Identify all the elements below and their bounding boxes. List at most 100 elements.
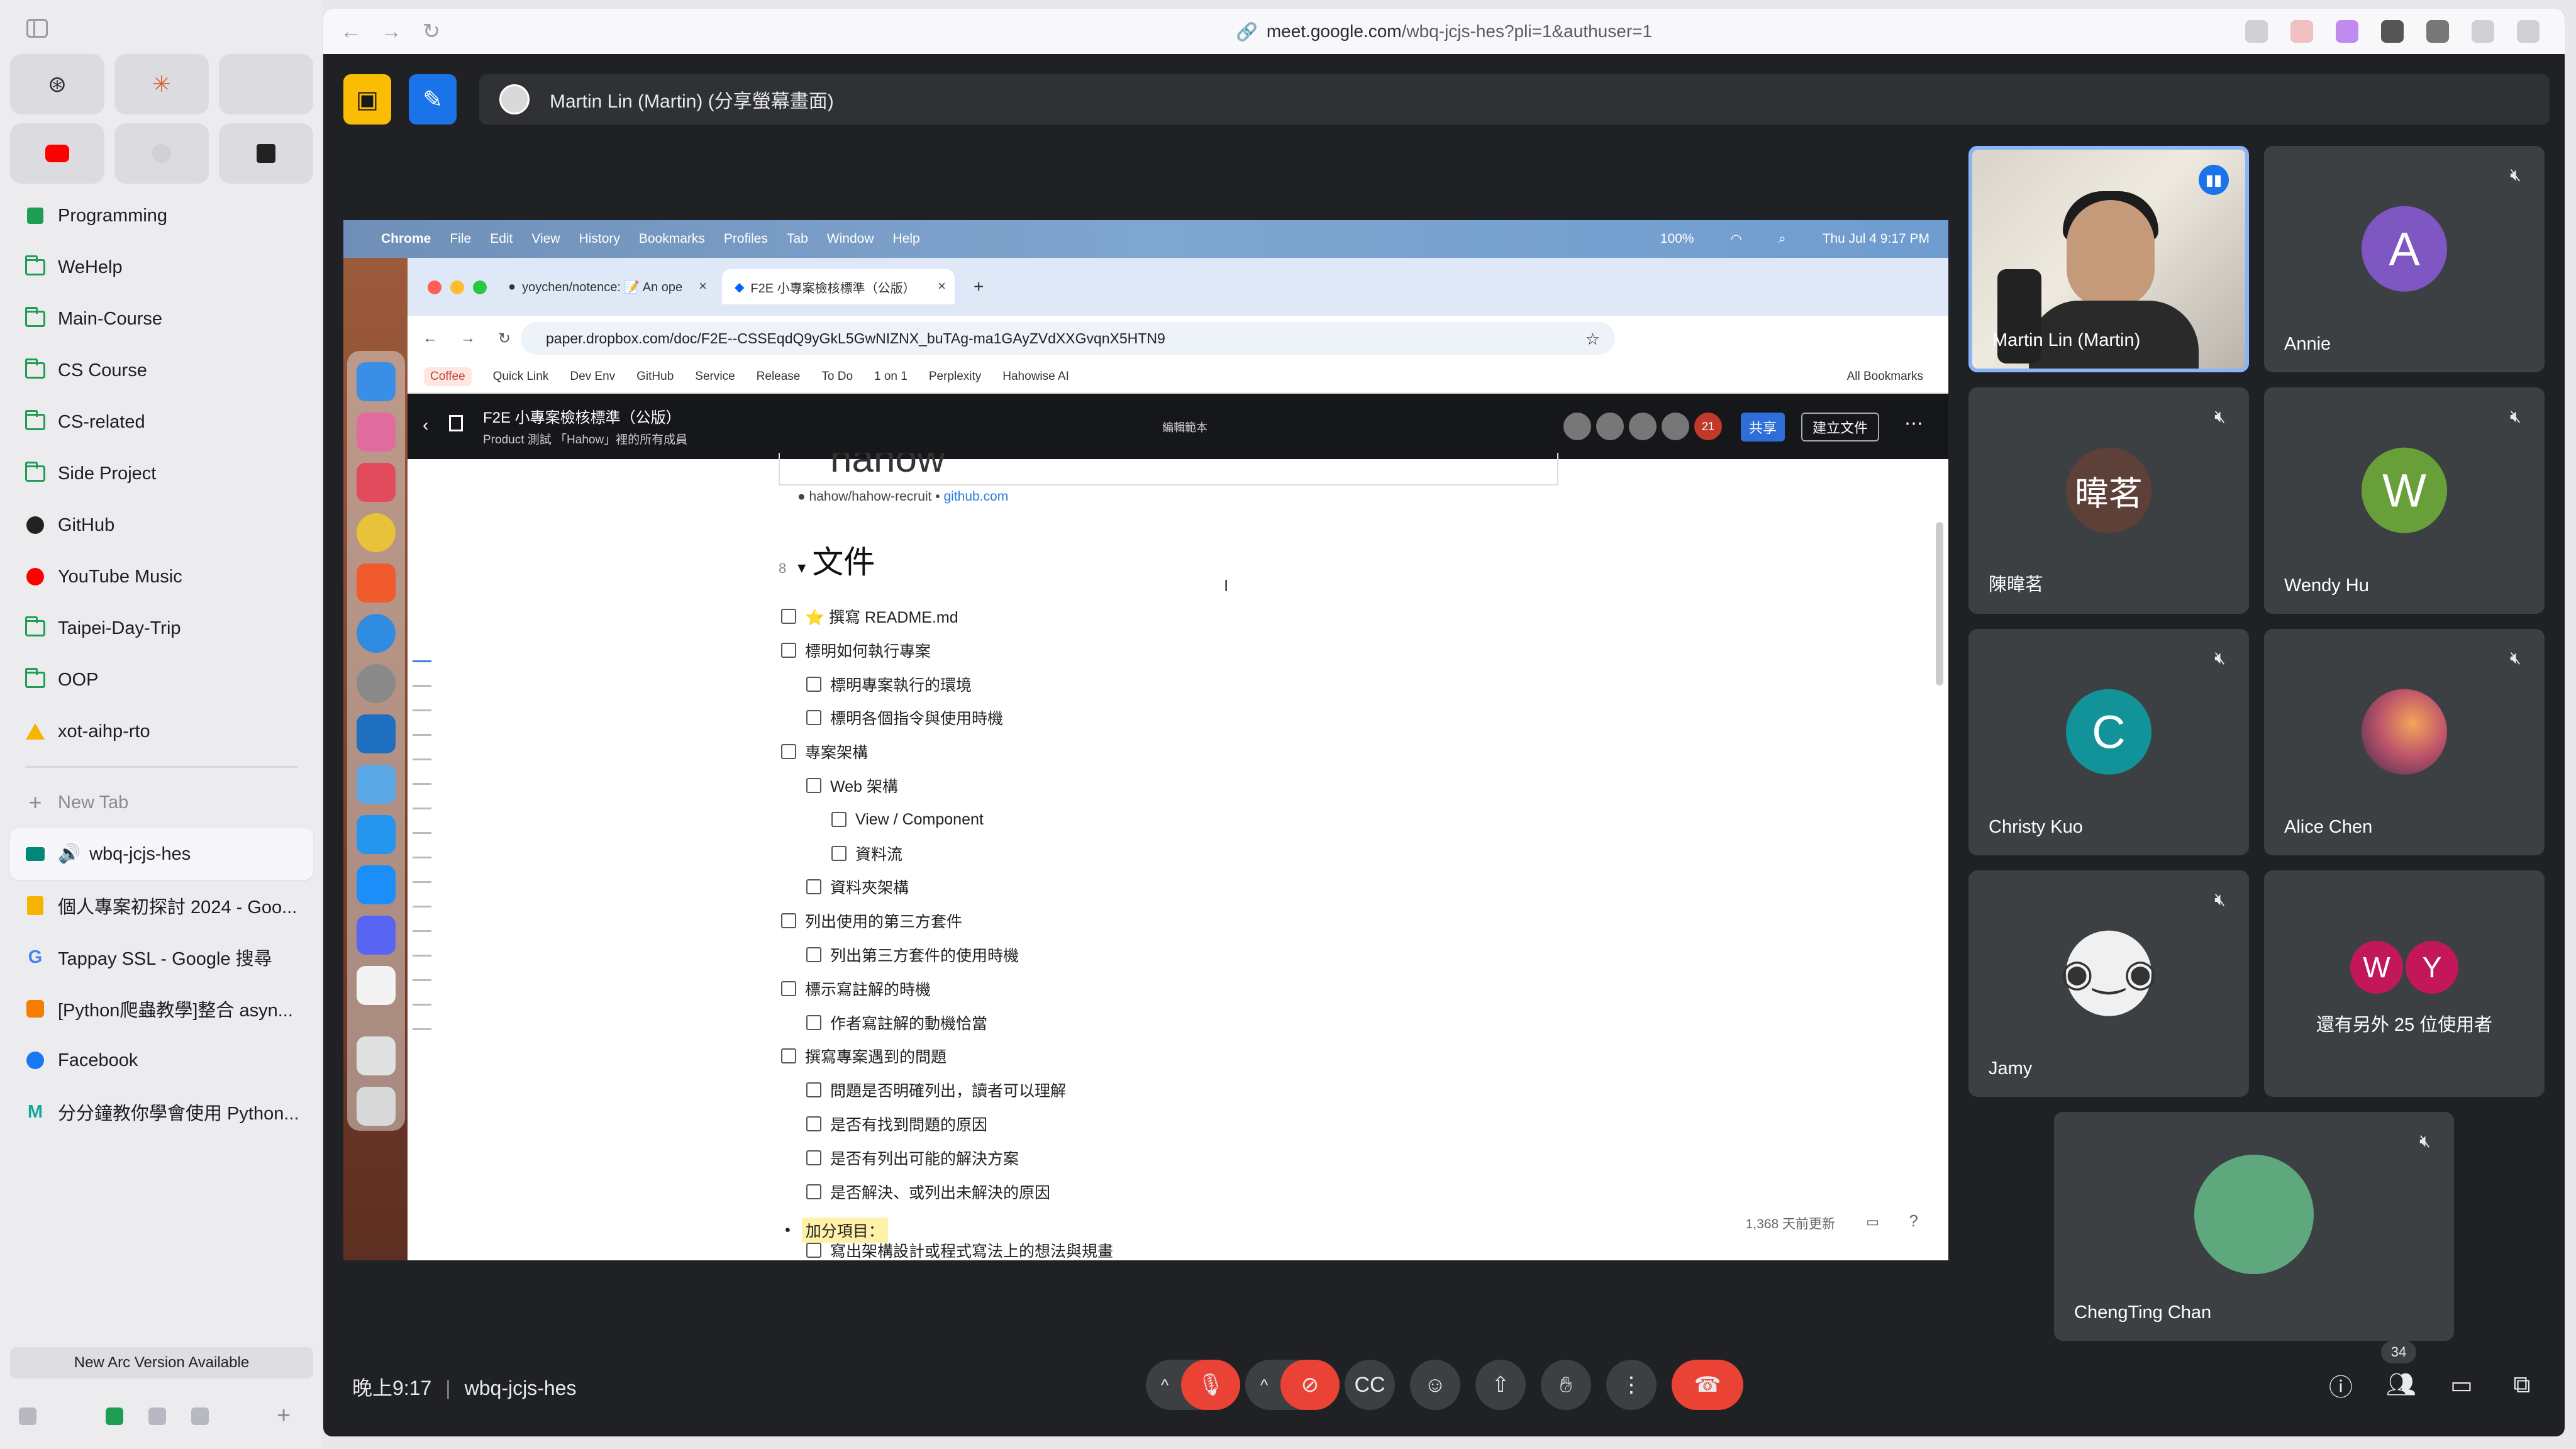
sidebar-toggle-icon[interactable] xyxy=(26,19,48,38)
people-icon[interactable]: 👥︎ xyxy=(2381,1365,2421,1405)
sidebar-item-taipei-day-trip[interactable]: Taipei-Day-Trip xyxy=(10,602,313,654)
purple-extension-icon[interactable] xyxy=(2336,20,2358,43)
sidebar-item-programming[interactable]: Programming xyxy=(10,190,313,242)
checkbox-icon xyxy=(781,981,796,996)
sidebar-item-cs-course[interactable]: CS Course xyxy=(10,345,313,396)
heading-marker: 8 xyxy=(779,560,787,576)
participant-tile-weiming[interactable]: 暐茗 🔇︎ 陳暐茗 xyxy=(1968,387,2249,614)
calendar-extension-icon[interactable] xyxy=(2290,20,2313,43)
sidebar-tab-blogger[interactable]: [Python爬蟲教學]整合 asyn... xyxy=(10,983,313,1035)
more-options-button[interactable]: ⋮ xyxy=(1606,1360,1657,1410)
task-item: 標明如何執行專案 xyxy=(781,638,931,663)
favorite-grid-app-icon[interactable] xyxy=(219,123,313,184)
sidebar-item-label: Programming xyxy=(58,205,168,226)
google-drive-icon xyxy=(25,722,45,741)
sidebar-tab-label: 個人專案初探討 2024 - Goo... xyxy=(58,897,297,918)
task-label: 是否解決、或列出未解決的原因 xyxy=(830,1184,1051,1202)
mic-extension-icon[interactable] xyxy=(2245,20,2268,43)
checkbox-icon xyxy=(781,1048,796,1063)
captions-button[interactable]: CC xyxy=(1345,1360,1395,1410)
meeting-details-icon[interactable]: ⓘ xyxy=(2321,1365,2361,1405)
favorite-youtube-icon[interactable] xyxy=(10,123,104,184)
raise-hand-button[interactable]: ✋︎ xyxy=(1541,1360,1591,1410)
new-tab-button[interactable]: + New Tab xyxy=(10,777,313,828)
others-tile[interactable]: W Y 還有另外 25 位使用者 xyxy=(2264,870,2545,1097)
camera-toggle-button[interactable]: ⊘ xyxy=(1280,1360,1340,1410)
sidebar-tab-facebook[interactable]: Facebook xyxy=(10,1035,313,1086)
stop-presenting-button[interactable]: ▣ xyxy=(343,74,391,125)
sidebar-item-label: Side Project xyxy=(58,463,157,484)
speaker-icon: 🔊 xyxy=(58,844,81,864)
participant-tile-jamy[interactable]: ◉‿◉ 🔇︎ Jamy xyxy=(1968,870,2249,1097)
sidebar-item-side-project[interactable]: Side Project xyxy=(10,448,313,499)
participant-tile-chengting[interactable]: 🔇︎ ChengTing Chan xyxy=(2054,1112,2454,1341)
doc-scrollbar xyxy=(1936,522,1943,686)
presenter-label: Martin Lin (Martin) (分享螢幕畫面) xyxy=(550,91,834,112)
favorite-blank[interactable] xyxy=(219,54,313,114)
others-avatars: W Y xyxy=(2350,941,2458,994)
sidebar-item-oop[interactable]: OOP xyxy=(10,654,313,706)
others-avatar: Y xyxy=(2406,941,2458,994)
participant-tile-annie[interactable]: A 🔇︎ Annie xyxy=(2264,146,2545,372)
bullet-dot: • xyxy=(785,1221,791,1239)
fork-icon xyxy=(357,765,396,804)
mac-menu-item: Tab xyxy=(786,231,808,246)
present-button[interactable]: ⇧ xyxy=(1475,1360,1526,1410)
sidebar-tab-medium[interactable]: M 分分鐘教你學會使用 Python... xyxy=(10,1086,313,1138)
sidebar-item-github[interactable]: GitHub xyxy=(10,499,313,551)
sidebar-tab-google-search[interactable]: G Tappay SSL - Google 搜尋 xyxy=(10,931,313,983)
favorite-round-icon[interactable] xyxy=(114,123,209,184)
app-store-icon xyxy=(357,865,396,904)
add-space-icon[interactable]: + xyxy=(277,1404,294,1428)
mac-menu-item: Bookmarks xyxy=(638,231,705,246)
mic-muted-icon: 🔇︎ xyxy=(2510,164,2521,184)
camera-options-chevron-icon[interactable]: ^ xyxy=(1260,1375,1268,1395)
sidebar-item-main-course[interactable]: Main-Course xyxy=(10,293,313,345)
sidebar-tab-meet[interactable]: 🔊 wbq-jcjs-hes xyxy=(10,828,313,880)
arc-update-button[interactable]: New Arc Version Available xyxy=(10,1347,313,1379)
split-view-icon[interactable] xyxy=(2517,20,2540,43)
chat-icon[interactable]: ▭ xyxy=(2441,1365,2482,1405)
folder-icon xyxy=(25,358,45,380)
annotate-button[interactable]: ✎ xyxy=(409,74,457,125)
checkbox-icon xyxy=(781,609,796,624)
favorite-claude-icon[interactable]: ✳ xyxy=(114,54,209,114)
space-icon-3[interactable] xyxy=(191,1407,209,1425)
pen-extension-icon[interactable] xyxy=(2381,20,2404,43)
mac-dock xyxy=(347,351,405,1131)
favorite-openai-icon[interactable]: ⊛ xyxy=(10,54,104,114)
space-icon-2[interactable] xyxy=(148,1407,166,1425)
participant-name: Christy Kuo xyxy=(1989,817,2083,837)
doc-collaborators: 21 xyxy=(1562,411,1723,441)
mac-menu-item: View xyxy=(531,231,560,246)
participant-tile-alice[interactable]: 🔇︎ Alice Chen xyxy=(2264,629,2545,855)
participant-name: 陳暐茗 xyxy=(1989,575,2044,595)
sidebar-item-youtube-music[interactable]: YouTube Music xyxy=(10,551,313,602)
sidebar-item-wehelp[interactable]: WeHelp xyxy=(10,242,313,293)
task-label: 作者寫註解的動機恰當 xyxy=(830,1015,988,1033)
participant-tile-wendy[interactable]: W 🔇︎ Wendy Hu xyxy=(2264,387,2545,614)
sidebar-item-label: CS-related xyxy=(58,411,145,432)
mic-muted-icon: 🔇︎ xyxy=(2419,1130,2431,1150)
task-label: 專案架構 xyxy=(805,744,869,762)
mic-options-chevron-icon[interactable]: ^ xyxy=(1161,1375,1169,1395)
slack-icon xyxy=(357,966,396,1005)
participant-tile-martin[interactable]: ▮▮ Martin Lin (Martin) xyxy=(1968,146,2249,372)
url-field[interactable]: 🔗 meet.google.com/wbq-jcjs-hes?pli=1&aut… xyxy=(323,9,2565,54)
activities-icon[interactable]: ⧉ xyxy=(2502,1365,2542,1405)
leave-call-button[interactable]: ☎ xyxy=(1672,1360,1743,1410)
sidebar-tab-slides[interactable]: 個人專案初探討 2024 - Goo... xyxy=(10,880,313,931)
copy-extension-icon[interactable] xyxy=(2472,20,2494,43)
task-item: 標示寫註解的時機 xyxy=(781,976,931,1001)
archive-icon[interactable] xyxy=(19,1407,36,1425)
sidebar-item-cs-related[interactable]: CS-related xyxy=(10,396,313,448)
mac-menu-app: Chrome xyxy=(381,231,431,246)
reactions-button[interactable]: ☺ xyxy=(1410,1360,1460,1410)
task-item: 作者寫註解的動機恰當 xyxy=(806,1010,987,1035)
sidebar-item-xot-aihp-rto[interactable]: xot-aihp-rto xyxy=(10,706,313,757)
medium-extension-icon[interactable] xyxy=(2426,20,2449,43)
checkbox-icon xyxy=(806,1150,821,1165)
participant-tile-christy[interactable]: C 🔇︎ Christy Kuo xyxy=(1968,629,2249,855)
space-icon-1[interactable] xyxy=(106,1407,123,1425)
mic-toggle-button[interactable]: 🎙︎ xyxy=(1181,1360,1240,1410)
